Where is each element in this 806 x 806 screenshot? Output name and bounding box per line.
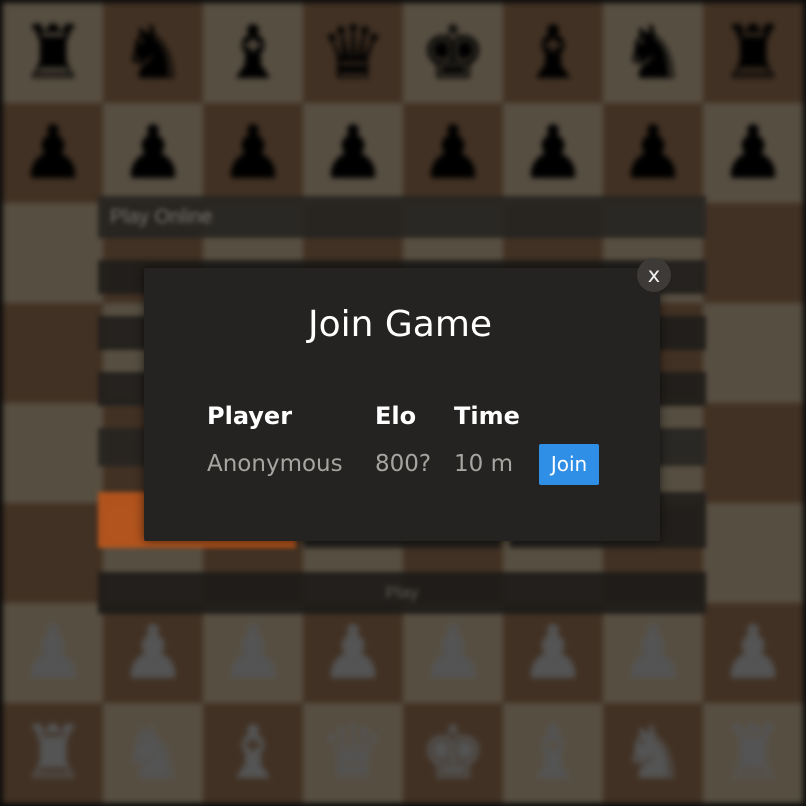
player-name: Anonymous: [207, 451, 343, 477]
board-square: ♟: [203, 603, 303, 703]
board-square: [703, 203, 803, 303]
black-queen-icon: ♛: [319, 10, 387, 96]
black-rook-icon: ♜: [719, 10, 787, 96]
board-square: ♝: [503, 3, 603, 103]
close-button[interactable]: x: [637, 258, 671, 292]
board-square: [3, 403, 103, 503]
column-header-time: Time: [454, 402, 520, 430]
table-header-row: Player Elo Time: [196, 394, 599, 438]
white-pawn-icon: ♟: [419, 610, 487, 696]
board-square: [3, 503, 103, 603]
join-button[interactable]: Join: [539, 443, 599, 485]
board-square: ♛: [303, 3, 403, 103]
black-knight-icon: ♞: [119, 10, 187, 96]
column-header-elo: Elo: [375, 402, 417, 430]
board-square: ♞: [603, 3, 703, 103]
dialog-title: Join Game: [307, 304, 493, 345]
column-header-action: [539, 394, 599, 438]
board-square: ♚: [403, 3, 503, 103]
board-square: ♝: [503, 703, 603, 803]
board-square: ♟: [503, 603, 603, 703]
black-pawn-icon: ♟: [219, 110, 287, 196]
black-pawn-icon: ♟: [519, 110, 587, 196]
board-square: ♟: [103, 103, 203, 203]
black-pawn-icon: ♟: [419, 110, 487, 196]
panel-play-button: Play: [98, 572, 706, 614]
black-pawn-icon: ♟: [719, 110, 787, 196]
board-square: ♟: [503, 103, 603, 203]
white-pawn-icon: ♟: [619, 610, 687, 696]
board-square: ♟: [103, 603, 203, 703]
black-bishop-icon: ♝: [219, 10, 287, 96]
board-square: ♟: [603, 603, 703, 703]
board-square: ♜: [703, 3, 803, 103]
game-time: 10 m: [454, 451, 513, 477]
black-pawn-icon: ♟: [619, 110, 687, 196]
white-knight-icon: ♞: [619, 710, 687, 796]
games-table: Player Elo Time Anonymous 800? 10 m Join: [196, 394, 599, 490]
join-cell: Join: [539, 438, 599, 490]
black-pawn-icon: ♟: [119, 110, 187, 196]
board-square: ♜: [3, 3, 103, 103]
white-pawn-icon: ♟: [719, 610, 787, 696]
board-square: ♟: [3, 603, 103, 703]
white-bishop-icon: ♝: [519, 710, 587, 796]
board-square: ♟: [703, 603, 803, 703]
board-square: [703, 503, 803, 603]
column-header-player: Player: [207, 402, 293, 430]
white-pawn-icon: ♟: [319, 610, 387, 696]
white-pawn-icon: ♟: [219, 610, 287, 696]
white-knight-icon: ♞: [119, 710, 187, 796]
black-pawn-icon: ♟: [319, 110, 387, 196]
black-rook-icon: ♜: [19, 10, 87, 96]
board-square: ♝: [203, 3, 303, 103]
board-square: ♝: [203, 703, 303, 803]
board-square: ♞: [103, 3, 203, 103]
board-square: ♟: [303, 103, 403, 203]
board-square: ♟: [303, 603, 403, 703]
white-bishop-icon: ♝: [219, 710, 287, 796]
board-square: ♟: [403, 103, 503, 203]
board-square: ♞: [603, 703, 703, 803]
board-square: ♟: [603, 103, 703, 203]
white-rook-icon: ♜: [19, 710, 87, 796]
board-square: [3, 203, 103, 303]
board-square: ♟: [703, 103, 803, 203]
board-square: ♚: [403, 703, 503, 803]
black-king-icon: ♚: [419, 10, 487, 96]
white-pawn-icon: ♟: [119, 610, 187, 696]
play-online-title: Play Online: [98, 196, 706, 238]
board-square: ♜: [3, 703, 103, 803]
white-pawn-icon: ♟: [519, 610, 587, 696]
black-pawn-icon: ♟: [19, 110, 87, 196]
white-king-icon: ♚: [419, 710, 487, 796]
board-square: ♟: [403, 603, 503, 703]
board-square: ♛: [303, 703, 403, 803]
black-bishop-icon: ♝: [519, 10, 587, 96]
board-square: ♞: [103, 703, 203, 803]
board-square: ♟: [3, 103, 103, 203]
white-queen-icon: ♛: [319, 710, 387, 796]
white-pawn-icon: ♟: [19, 610, 87, 696]
table-row: Anonymous 800? 10 m Join: [196, 438, 599, 490]
black-knight-icon: ♞: [619, 10, 687, 96]
board-square: ♜: [703, 703, 803, 803]
board-square: ♟: [203, 103, 303, 203]
white-rook-icon: ♜: [719, 710, 787, 796]
board-square: [703, 403, 803, 503]
player-elo: 800?: [375, 451, 432, 477]
